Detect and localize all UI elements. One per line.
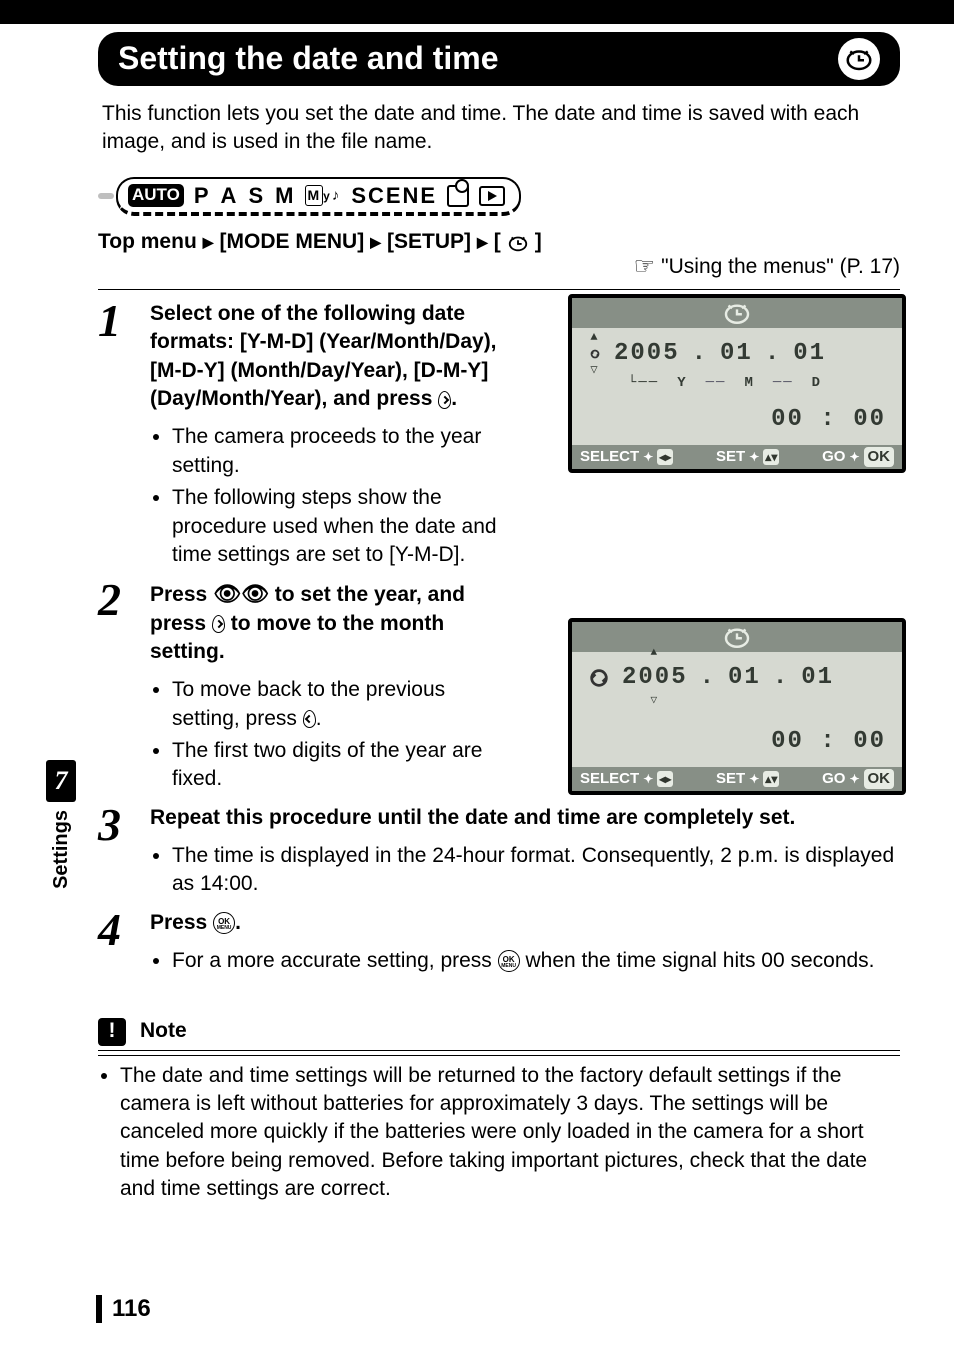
chevron-right-icon: ▶ — [477, 233, 488, 252]
step-number: 1 — [98, 300, 128, 573]
dpad-up-icon: 👁 — [213, 579, 241, 609]
see-also-page: (P. 17) — [840, 253, 900, 281]
page-number: 116 — [96, 1293, 151, 1325]
step-title: Press 👁👁 to set the year, and press to m… — [150, 583, 465, 663]
step-number: 2 — [98, 579, 128, 797]
section-number: 7 — [46, 760, 76, 802]
breadcrumb-item: [SETUP] — [387, 228, 471, 256]
chapter-title: Setting the date and time — [118, 37, 498, 80]
clock-icon — [507, 232, 529, 254]
note-block: ! Note The date and time settings will b… — [98, 1017, 900, 1203]
see-also-text: Using the menus — [661, 253, 834, 281]
mode-s: S — [248, 181, 265, 211]
clock-icon — [838, 38, 880, 80]
list-item: The time is displayed in the 24-hour for… — [172, 842, 900, 899]
step-number: 4 — [98, 909, 128, 980]
list-item: The first two digits of the year are fix… — [172, 737, 510, 794]
pointing-hand-icon: ☞ — [634, 251, 656, 283]
page-number-value: 116 — [112, 1293, 151, 1325]
note-body: The date and time settings will be retur… — [120, 1062, 900, 1204]
section-label: Settings — [48, 810, 75, 889]
movie-icon — [447, 185, 469, 207]
breadcrumb-leaf-close: ] — [535, 228, 542, 256]
breadcrumb-leaf-open: [ — [494, 228, 501, 256]
divider — [98, 289, 900, 290]
chapter-header: Setting the date and time — [98, 32, 900, 86]
chevron-right-icon: ▶ — [370, 233, 381, 252]
dpad-right-icon — [438, 391, 451, 409]
note-heading: Note — [140, 1017, 187, 1045]
step-1: 1 Select one of the following date forma… — [98, 300, 900, 573]
step-3: 3 Repeat this procedure until the date a… — [98, 804, 900, 903]
breadcrumb-root: Top menu — [98, 228, 197, 256]
playback-icon — [479, 186, 505, 206]
warning-icon: ! — [98, 1018, 126, 1046]
chevron-right-icon: ▶ — [203, 233, 214, 252]
page-number-bar — [96, 1295, 102, 1323]
mode-dial-pointer — [98, 193, 114, 199]
mode-my: My♪ — [305, 185, 341, 206]
list-item: The camera proceeds to the year setting. — [172, 423, 510, 480]
dpad-down-icon: 👁 — [241, 579, 269, 609]
mode-scene: SCENE — [351, 181, 437, 211]
step-bullets: The camera proceeds to the year setting.… — [150, 423, 510, 569]
divider — [98, 1050, 900, 1051]
list-item: For a more accurate setting, press OKMEN… — [172, 947, 900, 975]
page: Setting the date and time This function … — [0, 0, 954, 1357]
step-bullets: The time is displayed in the 24-hour for… — [150, 842, 900, 899]
mode-dial: AUTO P A S M My♪ SCENE — [116, 177, 521, 217]
step-2: 2 Press 👁👁 to set the year, and press to… — [98, 579, 900, 797]
step-number: 3 — [98, 804, 128, 903]
step-title: Press OKMENU. — [150, 911, 241, 934]
mode-p: P — [194, 181, 211, 211]
mode-auto: AUTO — [128, 184, 184, 207]
list-item: The following steps show the procedure u… — [172, 484, 510, 569]
step-bullets: For a more accurate setting, press OKMEN… — [150, 947, 900, 975]
side-tab: 7 Settings — [46, 760, 76, 889]
step-4: 4 Press OKMENU. For a more accurate sett… — [98, 909, 900, 980]
top-bar — [0, 0, 954, 24]
ok-menu-button-icon: OKMENU — [213, 912, 235, 934]
divider — [98, 1055, 900, 1056]
step-title: Select one of the following date formats… — [150, 302, 497, 410]
mode-dial-row: AUTO P A S M My♪ SCENE — [98, 177, 900, 217]
step-title: Repeat this procedure until the date and… — [150, 806, 795, 829]
list-item: To move back to the previous setting, pr… — [172, 676, 510, 733]
mode-a: A — [221, 181, 239, 211]
dpad-right-icon — [212, 615, 225, 633]
step-bullets: To move back to the previous setting, pr… — [150, 676, 510, 793]
dpad-left-icon — [303, 710, 316, 728]
breadcrumb-item: [MODE MENU] — [220, 228, 365, 256]
mode-m: M — [275, 181, 295, 211]
intro-text: This function lets you set the date and … — [102, 100, 896, 157]
ok-menu-button-icon: OKMENU — [498, 950, 520, 972]
